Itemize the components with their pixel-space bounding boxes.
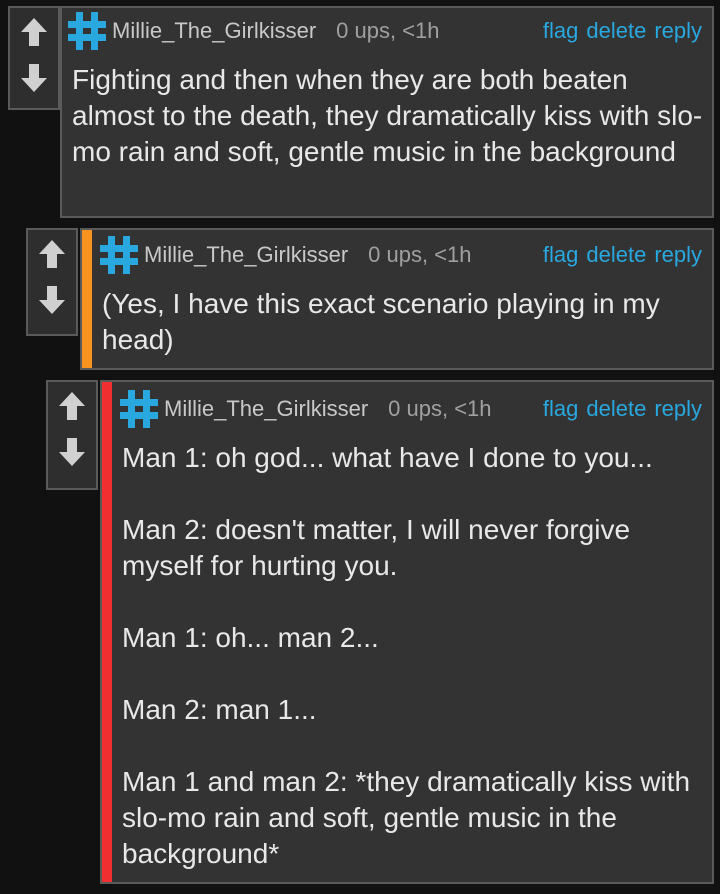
post-meta: 0 ups, <1h xyxy=(336,18,440,43)
hash-icon xyxy=(68,12,106,50)
arrow-up-icon xyxy=(21,18,47,46)
username-link[interactable]: Millie_The_Girlkisser xyxy=(164,396,368,422)
downvote-button[interactable] xyxy=(52,432,92,472)
comment-actions: flag delete reply xyxy=(543,18,702,44)
vote-controls xyxy=(46,380,98,490)
thread-depth-indicator xyxy=(102,382,112,882)
reply-link[interactable]: reply xyxy=(654,18,702,44)
comment-body: Millie_The_Girlkisser 0 ups, <1h flag de… xyxy=(80,228,714,370)
comment: Millie_The_Girlkisser 0 ups, <1h flag de… xyxy=(46,380,714,884)
hash-icon xyxy=(100,236,138,274)
comment-actions: flag delete reply xyxy=(543,396,702,422)
upvote-button[interactable] xyxy=(32,234,72,274)
arrow-up-icon xyxy=(59,392,85,420)
reply-link[interactable]: reply xyxy=(654,242,702,268)
comment-text: (Yes, I have this exact scenario playing… xyxy=(102,288,668,355)
flag-link[interactable]: flag xyxy=(543,396,578,422)
hash-icon xyxy=(120,390,158,428)
vote-controls xyxy=(8,6,60,110)
username-link[interactable]: Millie_The_Girlkisser xyxy=(144,242,348,268)
post-meta: 0 ups, <1h xyxy=(368,242,472,267)
flag-link[interactable]: flag xyxy=(543,18,578,44)
comment-text: Man 1: oh god... what have I done to you… xyxy=(122,442,691,869)
comment: Millie_The_Girlkisser 0 ups, <1h flag de… xyxy=(8,6,714,218)
downvote-button[interactable] xyxy=(14,58,54,98)
post-meta: 0 ups, <1h xyxy=(388,396,492,421)
vote-controls xyxy=(26,228,78,336)
upvote-button[interactable] xyxy=(52,386,92,426)
username-link[interactable]: Millie_The_Girlkisser xyxy=(112,18,316,44)
comment-header: Millie_The_Girlkisser 0 ups, <1h flag de… xyxy=(118,388,702,430)
arrow-up-icon xyxy=(39,240,65,268)
arrow-down-icon xyxy=(59,438,85,466)
comment-header: Millie_The_Girlkisser 0 ups, <1h flag de… xyxy=(66,10,702,52)
comment-body: Millie_The_Girlkisser 0 ups, <1h flag de… xyxy=(60,6,714,218)
arrow-down-icon xyxy=(39,286,65,314)
upvote-button[interactable] xyxy=(14,12,54,52)
comment-body: Millie_The_Girlkisser 0 ups, <1h flag de… xyxy=(100,380,714,884)
downvote-button[interactable] xyxy=(32,280,72,320)
flag-link[interactable]: flag xyxy=(543,242,578,268)
thread-depth-indicator xyxy=(82,230,92,368)
delete-link[interactable]: delete xyxy=(586,396,646,422)
comment: Millie_The_Girlkisser 0 ups, <1h flag de… xyxy=(26,228,714,370)
comment-header: Millie_The_Girlkisser 0 ups, <1h flag de… xyxy=(98,234,702,276)
delete-link[interactable]: delete xyxy=(586,18,646,44)
comment-text: Fighting and then when they are both bea… xyxy=(72,64,703,167)
comment-actions: flag delete reply xyxy=(543,242,702,268)
reply-link[interactable]: reply xyxy=(654,396,702,422)
arrow-down-icon xyxy=(21,64,47,92)
delete-link[interactable]: delete xyxy=(586,242,646,268)
